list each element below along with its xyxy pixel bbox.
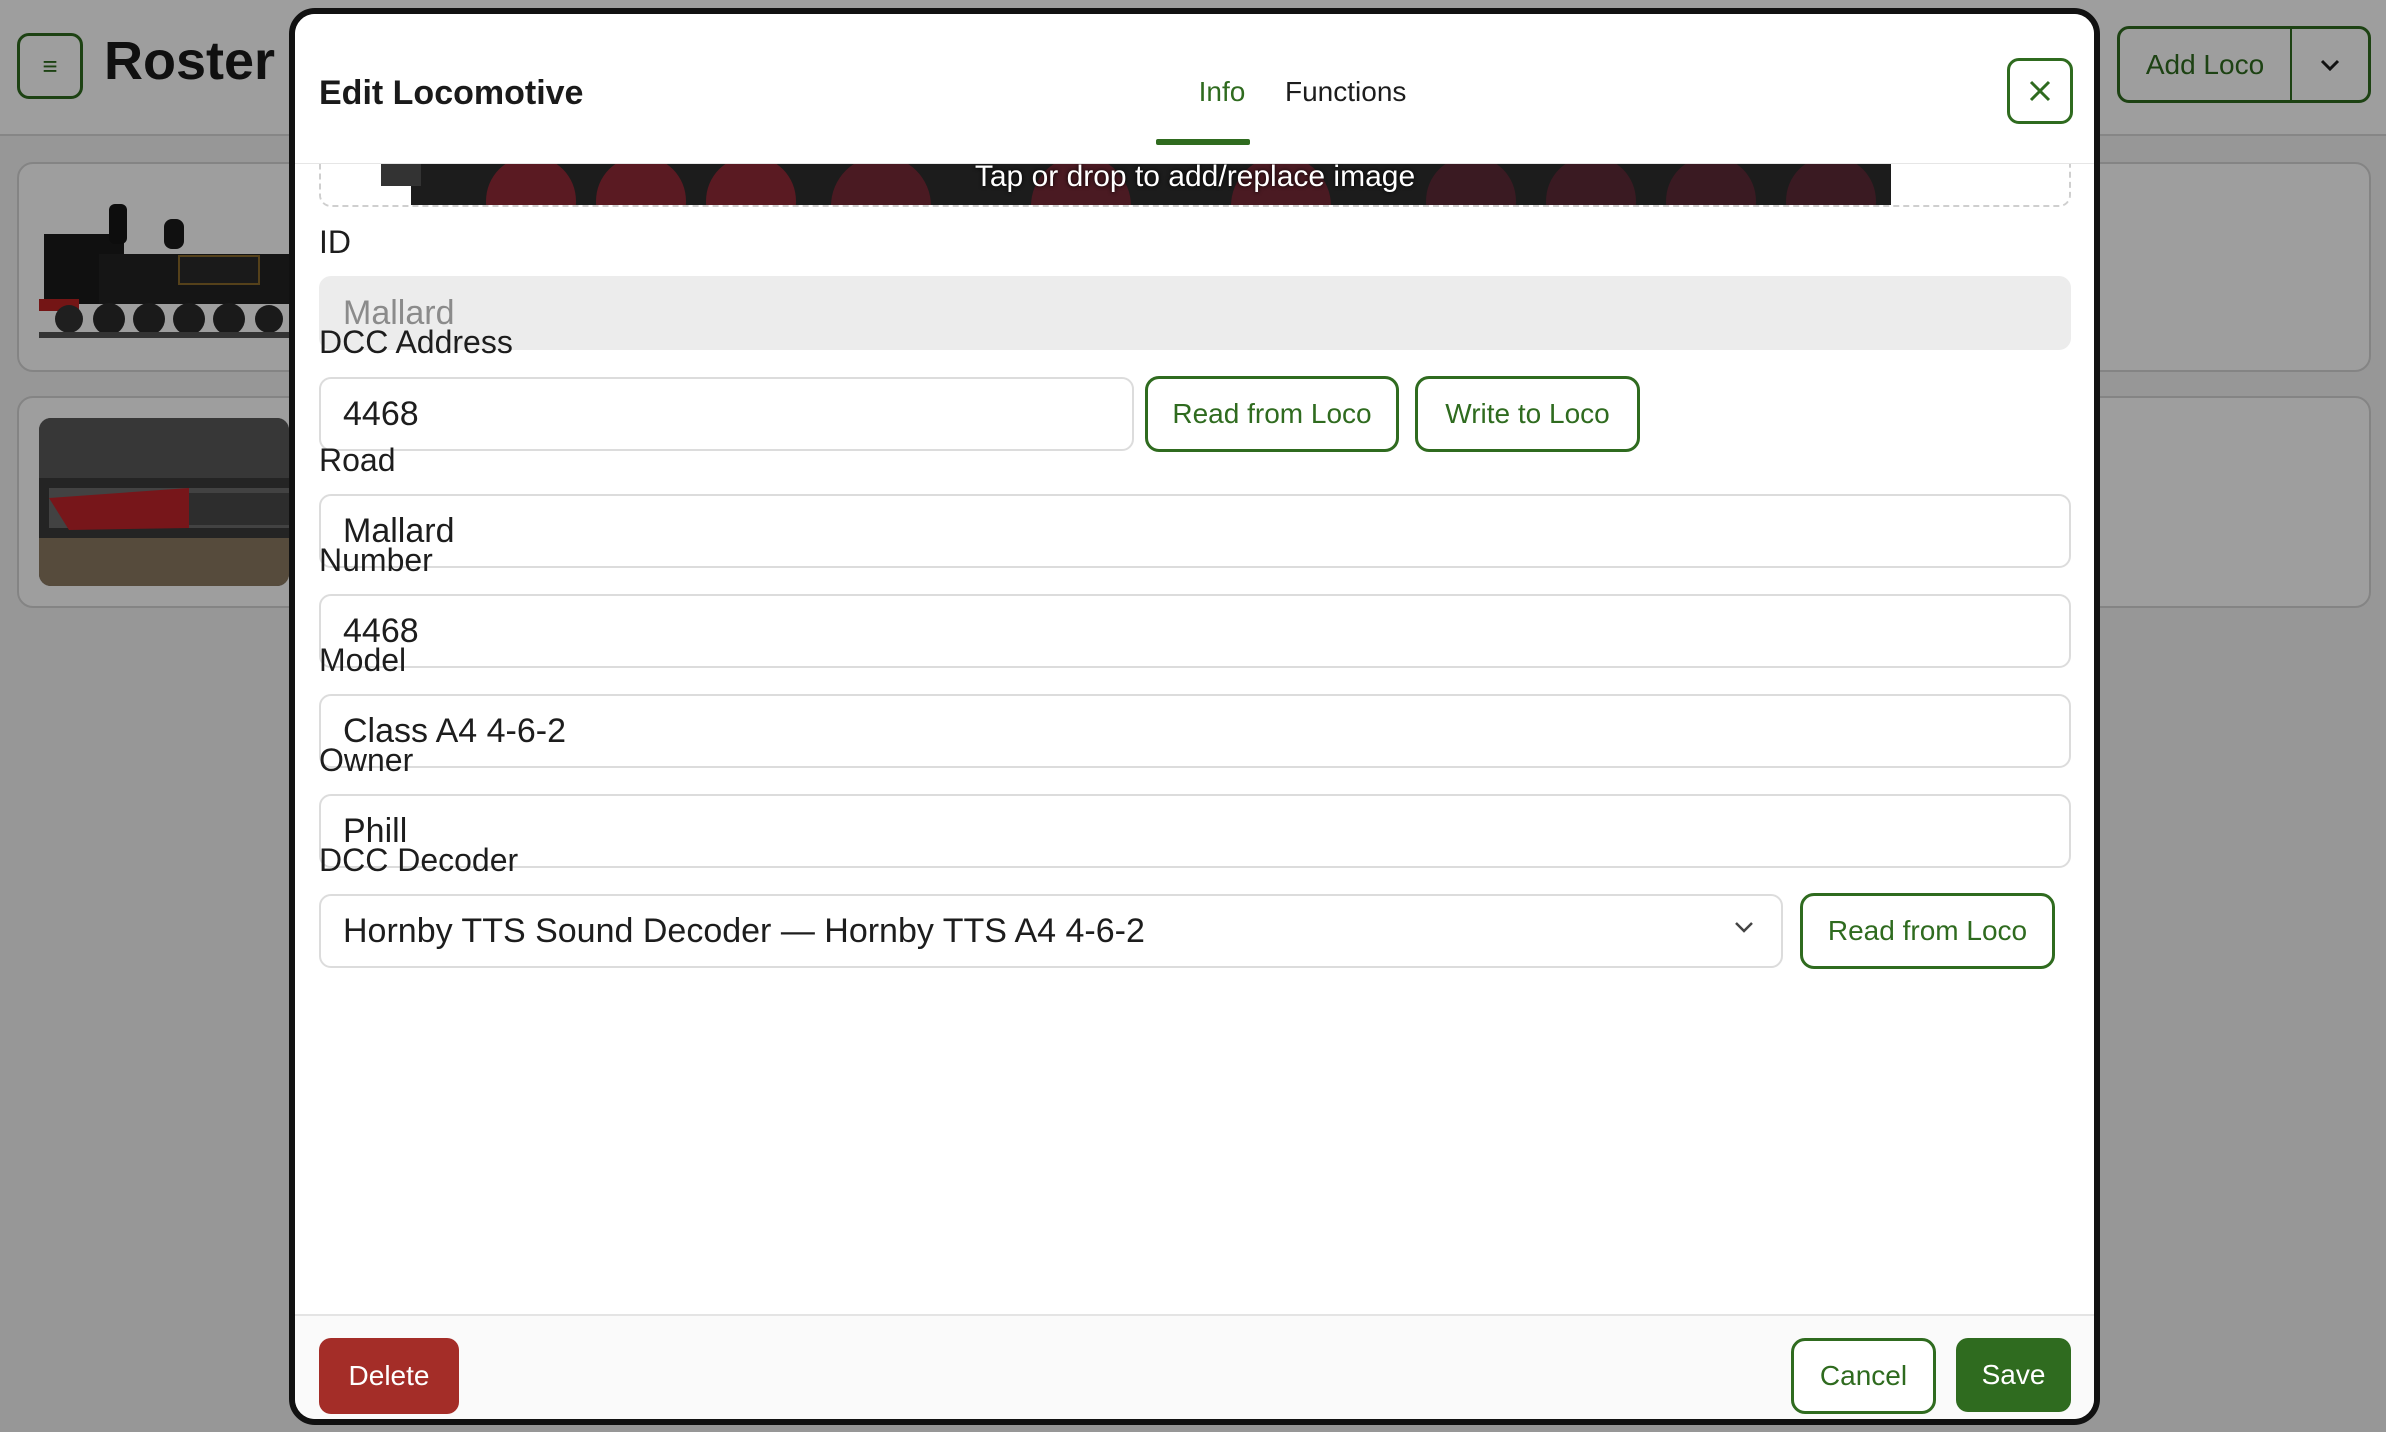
road-label: Road — [319, 442, 396, 478]
id-label: ID — [319, 224, 351, 260]
image-dropzone[interactable]: Tap or drop to add/replace image — [319, 164, 2071, 207]
image-dropzone-hint: Tap or drop to add/replace image — [974, 164, 1416, 193]
write-address-button[interactable]: Write to Loco — [1415, 376, 1640, 452]
read-decoder-button[interactable]: Read from Loco — [1800, 893, 2055, 969]
chevron-down-icon — [1735, 922, 1753, 933]
dialog-body: Tap or drop to add/replace image ID Mall… — [295, 164, 2094, 1314]
owner-label: Owner — [319, 742, 414, 778]
road-field[interactable]: Mallard — [319, 494, 2071, 568]
number-field[interactable]: 4468 — [319, 594, 2071, 668]
tab-info[interactable]: Info — [1175, 76, 1269, 108]
decoder-selected-value: Hornby TTS Sound Decoder — Hornby TTS A4… — [343, 911, 1145, 950]
close-icon — [2029, 80, 2051, 102]
dcc-address-field[interactable]: 4468 — [319, 377, 1134, 451]
dialog-header: Edit Locomotive Info Functions — [295, 14, 2094, 164]
dcc-decoder-label: DCC Decoder — [319, 842, 519, 878]
model-label: Model — [319, 642, 407, 678]
dialog-footer: Delete Cancel Save — [295, 1314, 2094, 1419]
id-field: Mallard — [319, 276, 2071, 350]
close-button[interactable] — [2007, 58, 2073, 124]
cancel-button[interactable]: Cancel — [1791, 1338, 1936, 1414]
dialog-title: Edit Locomotive — [319, 74, 584, 112]
model-field[interactable]: Class A4 4-6-2 — [319, 694, 2071, 768]
save-button[interactable]: Save — [1956, 1338, 2071, 1412]
edit-locomotive-dialog: Edit Locomotive Info Functions Tap or dr… — [289, 8, 2100, 1425]
delete-button[interactable]: Delete — [319, 1338, 459, 1414]
dcc-address-label: DCC Address — [319, 324, 513, 360]
number-label: Number — [319, 542, 433, 578]
owner-field[interactable]: Phill — [319, 794, 2071, 868]
decoder-select[interactable]: Hornby TTS Sound Decoder — Hornby TTS A4… — [319, 894, 1783, 968]
active-tab-indicator — [1156, 139, 1250, 145]
read-address-button[interactable]: Read from Loco — [1145, 376, 1399, 452]
tab-functions[interactable]: Functions — [1285, 76, 1406, 108]
